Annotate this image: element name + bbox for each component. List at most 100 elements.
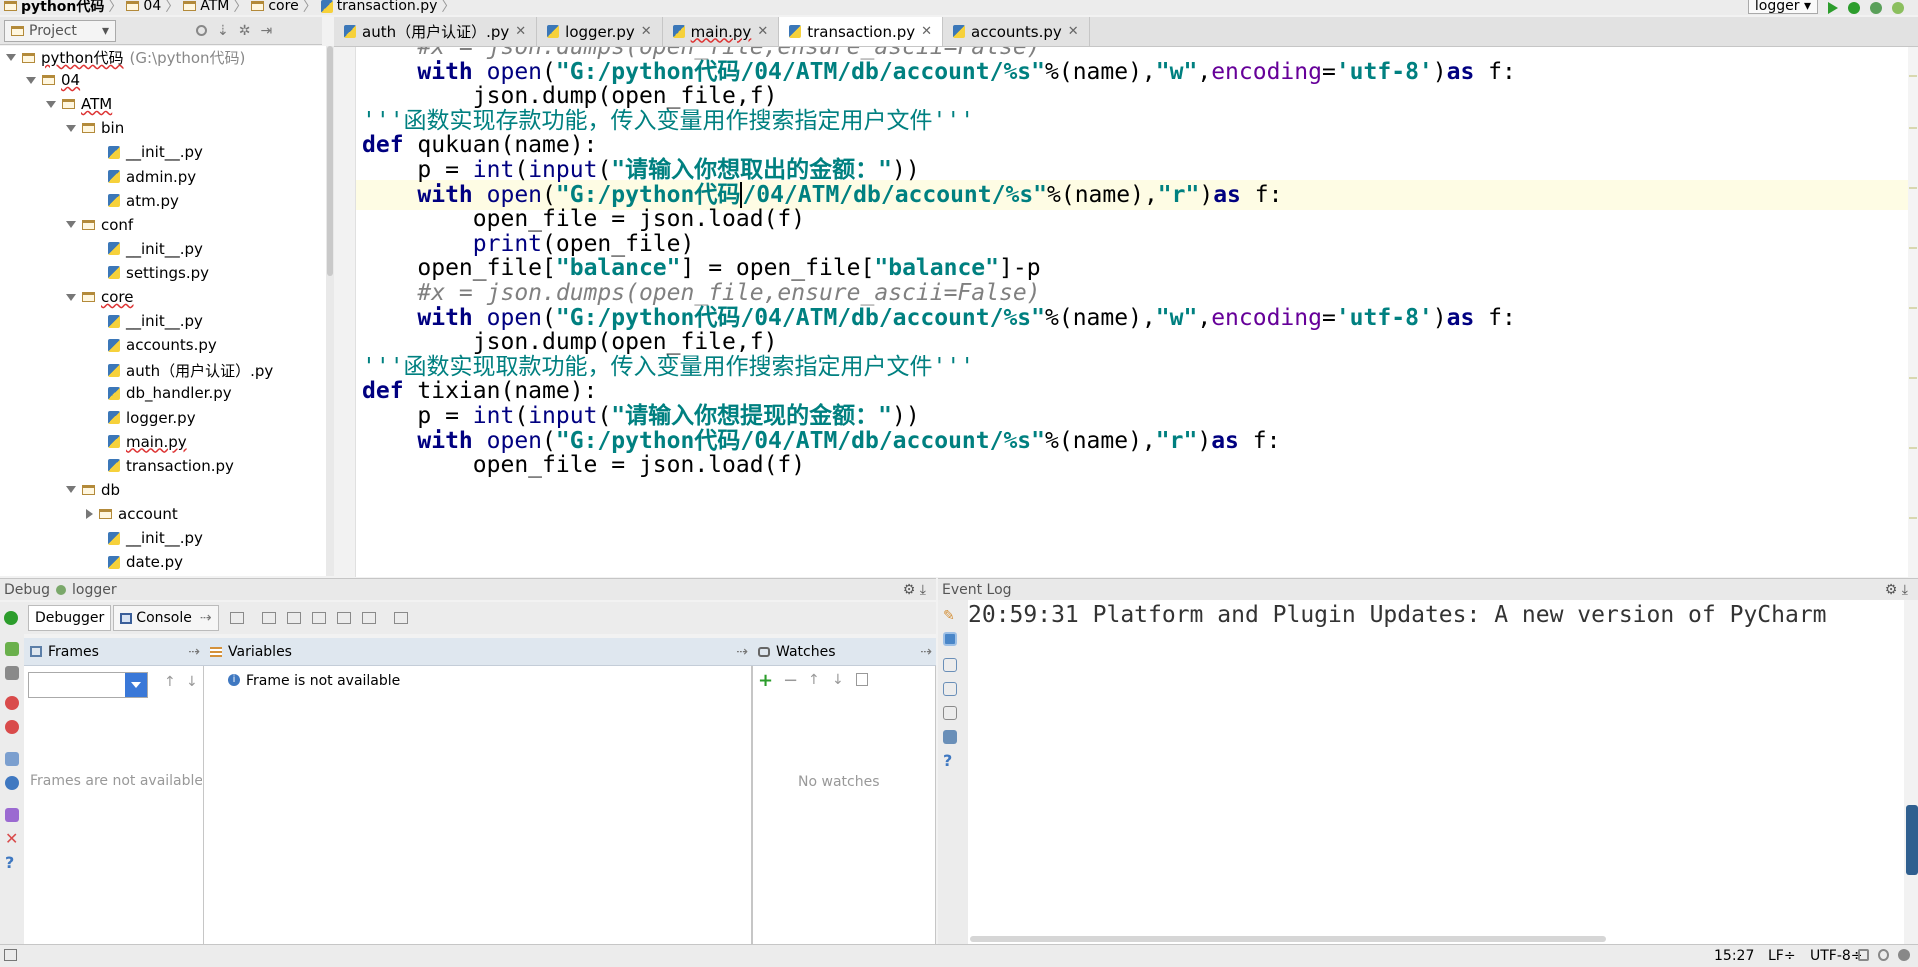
side-panel-grip[interactable] [1906, 805, 1918, 875]
settings-gear-icon[interactable] [5, 776, 19, 790]
watches-pin-icon[interactable]: ⇢ [920, 644, 932, 660]
step-out-icon[interactable] [336, 612, 351, 624]
expand-arrow-icon[interactable] [46, 100, 56, 108]
tree-file[interactable]: date.py [86, 553, 183, 571]
breadcrumb-item-project[interactable]: python代码 [21, 0, 104, 15]
tree-file[interactable]: auth（用户认证）.py [86, 360, 273, 381]
help-icon[interactable]: ? [943, 753, 957, 769]
event-log-hscroll[interactable] [970, 936, 1606, 942]
event-log-status-icon[interactable] [1898, 949, 1910, 961]
debug-rerun-icon[interactable] [4, 611, 18, 625]
clear-all-icon[interactable] [943, 730, 957, 744]
profile-icon[interactable] [1892, 1, 1904, 14]
breadcrumb-item-core[interactable]: core [268, 0, 298, 14]
tree-file[interactable]: __init__.py [86, 529, 203, 547]
tree-folder[interactable]: conf [66, 216, 133, 234]
step-over-icon[interactable] [261, 612, 276, 624]
tree-file[interactable]: __init__.py [86, 143, 203, 161]
tool-windows-icon[interactable] [4, 949, 17, 961]
settings-icon[interactable]: ✎ [943, 608, 957, 624]
step-into-icon[interactable] [286, 612, 301, 624]
close-tab-icon[interactable]: ✕ [921, 24, 932, 39]
editor-tab[interactable]: logger.py ✕ [537, 17, 663, 46]
tree-folder[interactable]: ATM [46, 95, 112, 113]
resume-icon[interactable] [5, 642, 19, 656]
pause-icon[interactable] [5, 666, 19, 680]
inspector-icon[interactable] [1878, 949, 1889, 961]
frames-pin-icon[interactable]: ⇢ [188, 644, 200, 660]
run-icon[interactable] [1828, 1, 1838, 14]
expand-arrow-icon[interactable] [66, 124, 76, 132]
tree-file[interactable]: __init__.py [86, 312, 203, 330]
tree-file[interactable]: transaction.py [86, 457, 234, 475]
stop-icon[interactable] [5, 696, 19, 710]
copy-watch-icon[interactable] [856, 673, 868, 686]
tree-file[interactable]: accounts.py [86, 336, 217, 354]
evaluate-expression-icon[interactable] [393, 612, 408, 624]
coverage-icon[interactable] [1870, 1, 1882, 14]
pin-tab-icon[interactable] [5, 808, 19, 822]
editor-tab[interactable]: transaction.py ✕ [779, 17, 944, 46]
remove-watch-icon[interactable]: − [783, 670, 798, 691]
project-view-select[interactable]: Project ▾ [4, 19, 116, 42]
caret-position[interactable]: 15:27 [1714, 948, 1754, 964]
close-tab-icon[interactable]: ✕ [641, 24, 652, 39]
editor-tab[interactable]: auth（用户认证）.py ✕ [334, 17, 538, 46]
tree-folder[interactable]: core [66, 288, 134, 306]
show-execution-point-icon[interactable] [229, 612, 244, 624]
tab-debugger[interactable]: Debugger [28, 605, 112, 631]
collapse-all-icon[interactable]: ⇣ [217, 23, 229, 39]
expand-arrow-icon[interactable] [6, 54, 16, 61]
variables-pin-icon[interactable]: ⇢ [736, 644, 748, 660]
expand-arrow-icon[interactable] [66, 486, 76, 494]
scroll-from-source-icon[interactable] [196, 25, 207, 36]
hide-icon[interactable]: ⇥ [260, 23, 272, 39]
expand-arrow-icon[interactable] [66, 293, 76, 301]
frame-down-icon[interactable]: ↓ [186, 674, 198, 690]
debug-icon[interactable] [1848, 1, 1860, 14]
editor-tab[interactable]: main.py ✕ [663, 17, 780, 46]
event-log-settings-icon[interactable]: ⚙ ⤓ [1885, 582, 1908, 598]
breadcrumb-item-atm[interactable]: ATM [200, 0, 229, 14]
close-tab-icon[interactable]: ✕ [515, 24, 526, 39]
tree-folder[interactable]: python代码 (G:\python代码) [6, 47, 245, 68]
thread-select[interactable] [28, 672, 148, 698]
soft-wrap-icon[interactable] [943, 658, 957, 672]
expand-arrow-icon[interactable] [66, 221, 76, 229]
lock-icon[interactable] [1858, 949, 1869, 961]
tree-file[interactable]: atm.py [86, 192, 179, 210]
expand-arrow-icon[interactable] [26, 76, 36, 84]
editor-error-stripe[interactable] [1908, 47, 1918, 577]
editor-gutter[interactable] [334, 47, 356, 577]
help-icon[interactable]: ? [5, 855, 19, 871]
scroll-to-end-icon[interactable] [943, 682, 957, 696]
view-breakpoints-icon[interactable] [5, 720, 19, 734]
tree-file[interactable]: __init__.py [86, 240, 203, 258]
restore-layout-icon[interactable] [5, 752, 19, 766]
collapse-arrow-icon[interactable] [86, 508, 93, 519]
tree-folder[interactable]: db [66, 481, 120, 499]
breadcrumb-item-04[interactable]: 04 [143, 0, 161, 14]
project-scrollbar[interactable] [326, 46, 334, 576]
code-editor[interactable]: #x = json.dumps(open_file,ensure_ascii=F… [334, 47, 1908, 577]
mark-read-icon[interactable] [943, 706, 957, 720]
chevron-down-icon[interactable] [125, 673, 147, 697]
debug-window-settings-icon[interactable]: ⚙ ⤓ [903, 582, 926, 598]
tab-console[interactable]: Console ⇢ [113, 605, 219, 631]
project-scroll-thumb[interactable] [327, 46, 333, 276]
file-encoding[interactable]: UTF-8÷ [1810, 948, 1863, 964]
add-watch-icon[interactable]: + [758, 670, 773, 691]
run-config-select[interactable]: logger ▾ [1747, 0, 1818, 14]
tree-folder[interactable]: bin [66, 119, 124, 137]
step-into-my-code-icon[interactable] [311, 612, 326, 624]
event-bubble-icon[interactable] [943, 632, 957, 646]
line-separator[interactable]: LF÷ [1768, 948, 1796, 964]
move-watch-up-icon[interactable]: ↑ [808, 672, 820, 688]
tree-file[interactable]: settings.py [86, 264, 209, 282]
run-to-cursor-icon[interactable] [361, 612, 376, 624]
editor-tab[interactable]: accounts.py ✕ [943, 17, 1090, 46]
settings-icon[interactable]: ✲ [239, 23, 251, 39]
tree-file[interactable]: admin.py [86, 168, 196, 186]
tree-file[interactable]: main.py [86, 433, 187, 451]
tree-file[interactable]: logger.py [86, 409, 196, 427]
